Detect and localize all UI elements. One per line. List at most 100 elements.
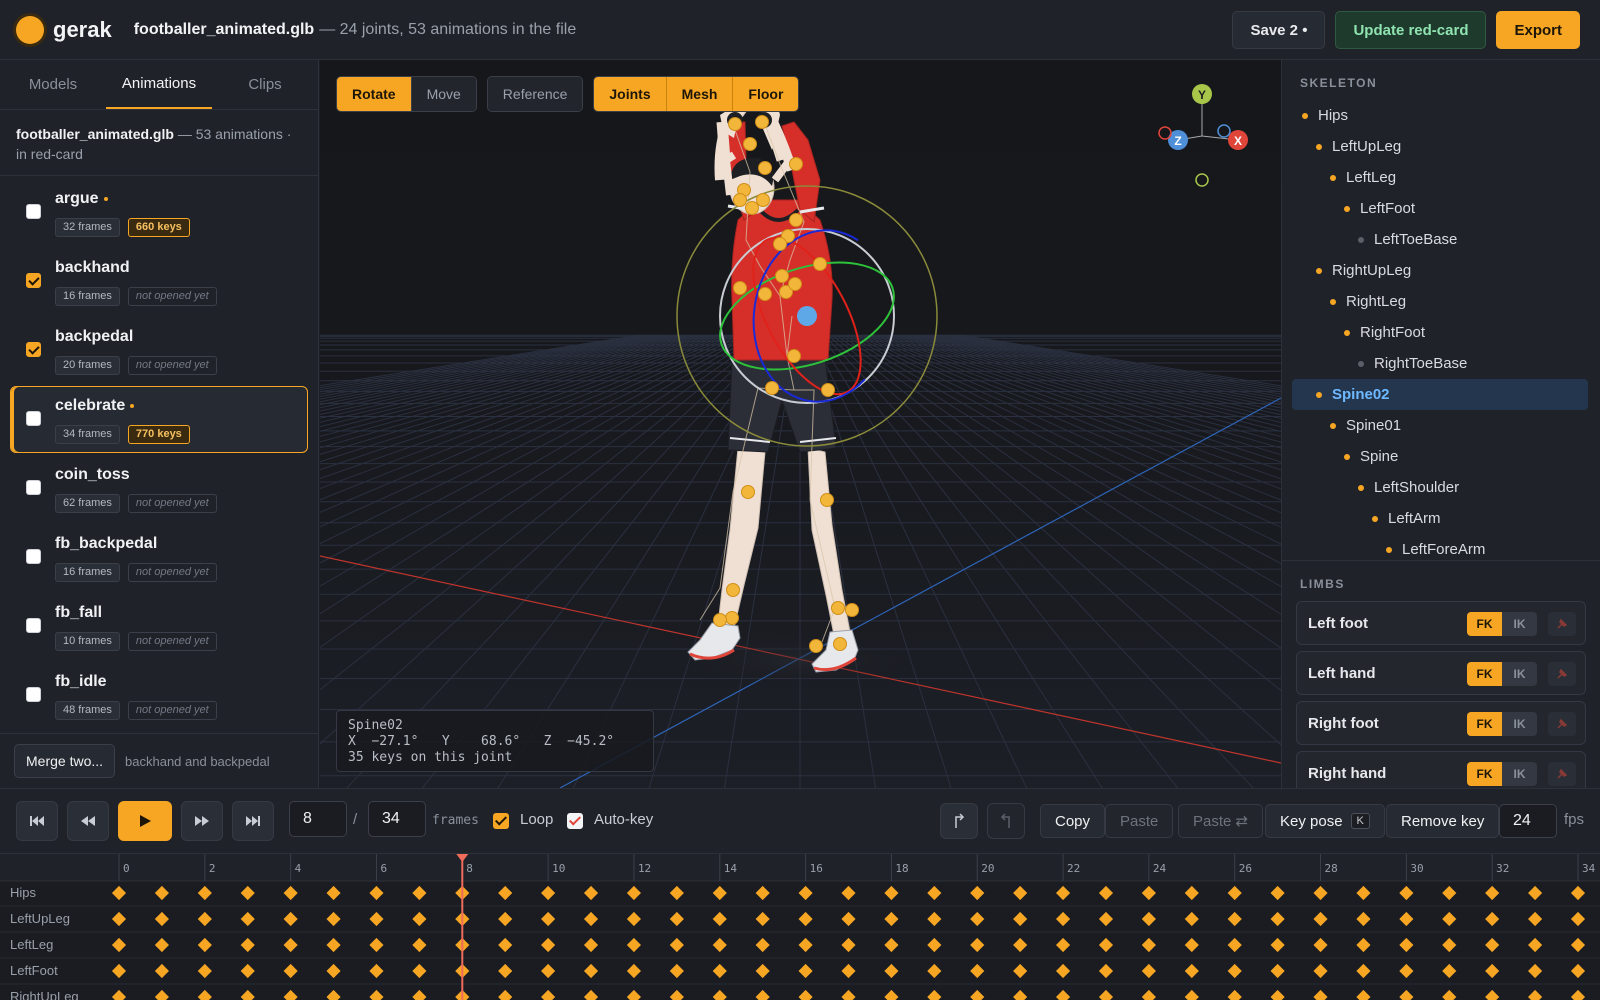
keyframe-diamond[interactable] [583, 963, 599, 979]
keyframe-diamond[interactable] [1313, 885, 1328, 901]
keyframe-diamond[interactable] [240, 963, 255, 979]
joint-marker[interactable] [756, 193, 770, 207]
joint-marker[interactable] [758, 161, 772, 175]
fk-toggle[interactable]: FK [1467, 712, 1502, 736]
keyframe-diamond[interactable] [626, 989, 642, 1000]
joint-marker[interactable] [820, 493, 834, 507]
keyframe-diamond[interactable] [111, 989, 127, 1000]
keyframe-diamond[interactable] [841, 989, 856, 1000]
keyframe-diamond[interactable] [927, 911, 942, 927]
export-button[interactable]: Export [1496, 11, 1580, 49]
animation-checkbox[interactable] [26, 618, 41, 633]
keyframe-diamond[interactable] [1399, 937, 1414, 953]
keyframe-diamond[interactable] [1013, 937, 1028, 953]
keyframe-diamond[interactable] [712, 963, 727, 979]
update-clip-button[interactable]: Update red-card [1335, 11, 1487, 49]
keyframe-diamond[interactable] [197, 911, 212, 927]
joint-marker[interactable] [745, 201, 759, 215]
keyframe-diamond[interactable] [626, 963, 642, 979]
remove-key-button[interactable]: Remove key [1386, 804, 1500, 838]
keyframe-diamond[interactable] [326, 911, 341, 927]
keyframe-diamond[interactable] [412, 911, 427, 927]
tab-models[interactable]: Models [0, 60, 106, 109]
animation-checkbox[interactable] [26, 480, 41, 495]
keyframe-diamond[interactable] [1227, 989, 1242, 1000]
joint-marker[interactable] [809, 639, 823, 653]
keyframe-diamond[interactable] [1055, 963, 1071, 979]
keyframe-diamond[interactable] [927, 885, 942, 901]
animation-item-celebrate[interactable]: celebrate 34 frames 770 keys [10, 386, 308, 453]
joint-marker[interactable] [789, 213, 803, 227]
keyframe-diamond[interactable] [927, 989, 942, 1000]
keyframe-diamond[interactable] [1098, 937, 1114, 953]
keyframe-diamond[interactable] [1528, 963, 1543, 979]
keyframe-diamond[interactable] [154, 885, 169, 901]
skeleton-node-hips[interactable]: Hips [1292, 100, 1588, 131]
skeleton-node-spine01[interactable]: Spine01 [1292, 410, 1588, 441]
keyframe-diamond[interactable] [1013, 885, 1028, 901]
keyframe-diamond[interactable] [498, 937, 513, 953]
total-frames-input[interactable]: 34 [368, 801, 426, 837]
keyframe-diamond[interactable] [798, 911, 813, 927]
key-pose-button[interactable]: Key pose K [1265, 804, 1385, 838]
keyframe-diamond[interactable] [1184, 963, 1199, 979]
tab-clips[interactable]: Clips [212, 60, 318, 109]
keyframe-diamond[interactable] [1356, 911, 1371, 927]
keyframe-diamond[interactable] [1528, 885, 1543, 901]
keyframe-diamond[interactable] [197, 989, 212, 1000]
keyframe-diamond[interactable] [712, 989, 727, 1000]
keyframe-diamond[interactable] [111, 963, 127, 979]
keyframe-diamond[interactable] [1528, 911, 1543, 927]
keyframe-diamond[interactable] [1356, 963, 1371, 979]
keyframe-diamond[interactable] [498, 911, 513, 927]
keyframe-diamond[interactable] [1442, 911, 1457, 927]
fps-input[interactable]: 24 [1499, 804, 1557, 838]
keyframe-diamond[interactable] [1313, 989, 1328, 1000]
keyframe-diamond[interactable] [412, 963, 427, 979]
ik-toggle[interactable]: IK [1502, 612, 1537, 636]
keyframe-diamond[interactable] [1184, 911, 1199, 927]
keyframe-diamond[interactable] [755, 989, 770, 1000]
keyframe-diamond[interactable] [240, 989, 255, 1000]
skeleton-node-leftleg[interactable]: LeftLeg [1292, 162, 1588, 193]
keyframe-diamond[interactable] [798, 989, 813, 1000]
keyframe-diamond[interactable] [1399, 989, 1414, 1000]
skeleton-node-spine[interactable]: Spine [1292, 441, 1588, 472]
keyframe-diamond[interactable] [1442, 989, 1457, 1000]
animation-item-coin_toss[interactable]: coin_toss 62 frames not opened yet [10, 455, 308, 522]
joint-marker[interactable] [789, 157, 803, 171]
timeline-ruler[interactable] [0, 854, 1600, 881]
keyframe-diamond[interactable] [541, 937, 556, 953]
keyframe-diamond[interactable] [412, 989, 427, 1000]
fk-toggle[interactable]: FK [1467, 662, 1502, 686]
fk-toggle[interactable]: FK [1467, 762, 1502, 786]
keyframe-diamond[interactable] [240, 911, 255, 927]
keyframe-diamond[interactable] [927, 937, 942, 953]
keyframe-diamond[interactable] [927, 963, 942, 979]
keyframe-diamond[interactable] [970, 911, 985, 927]
rotate-toggle[interactable]: Rotate [337, 77, 411, 111]
keyframe-diamond[interactable] [583, 937, 599, 953]
keyframe-diamond[interactable] [755, 963, 770, 979]
move-toggle[interactable]: Move [410, 77, 476, 111]
keyframe-diamond[interactable] [798, 937, 813, 953]
animation-checkbox[interactable] [26, 549, 41, 564]
keyframe-diamond[interactable] [197, 885, 212, 901]
joint-marker[interactable] [755, 115, 769, 129]
keyframe-diamond[interactable] [1485, 885, 1500, 901]
3d-viewport[interactable]: Y X Z Rotate Move Reference Joints Mesh Flo… [320, 60, 1281, 788]
keyframe-diamond[interactable] [1227, 911, 1242, 927]
keyframe-diamond[interactable] [498, 885, 513, 901]
keyframe-diamond[interactable] [498, 963, 513, 979]
keyframe-diamond[interactable] [1098, 885, 1114, 901]
animation-checkbox[interactable] [26, 342, 41, 357]
pin-button[interactable] [1548, 762, 1576, 786]
keyframe-diamond[interactable] [369, 989, 384, 1000]
keyframe-diamond[interactable] [1399, 963, 1414, 979]
copy-button[interactable]: Copy [1040, 804, 1106, 838]
keyframe-diamond[interactable] [412, 937, 427, 953]
keyframe-diamond[interactable] [1227, 937, 1242, 953]
keyframe-diamond[interactable] [841, 911, 856, 927]
keyframe-diamond[interactable] [1141, 937, 1156, 953]
keyframe-diamond[interactable] [884, 963, 899, 979]
